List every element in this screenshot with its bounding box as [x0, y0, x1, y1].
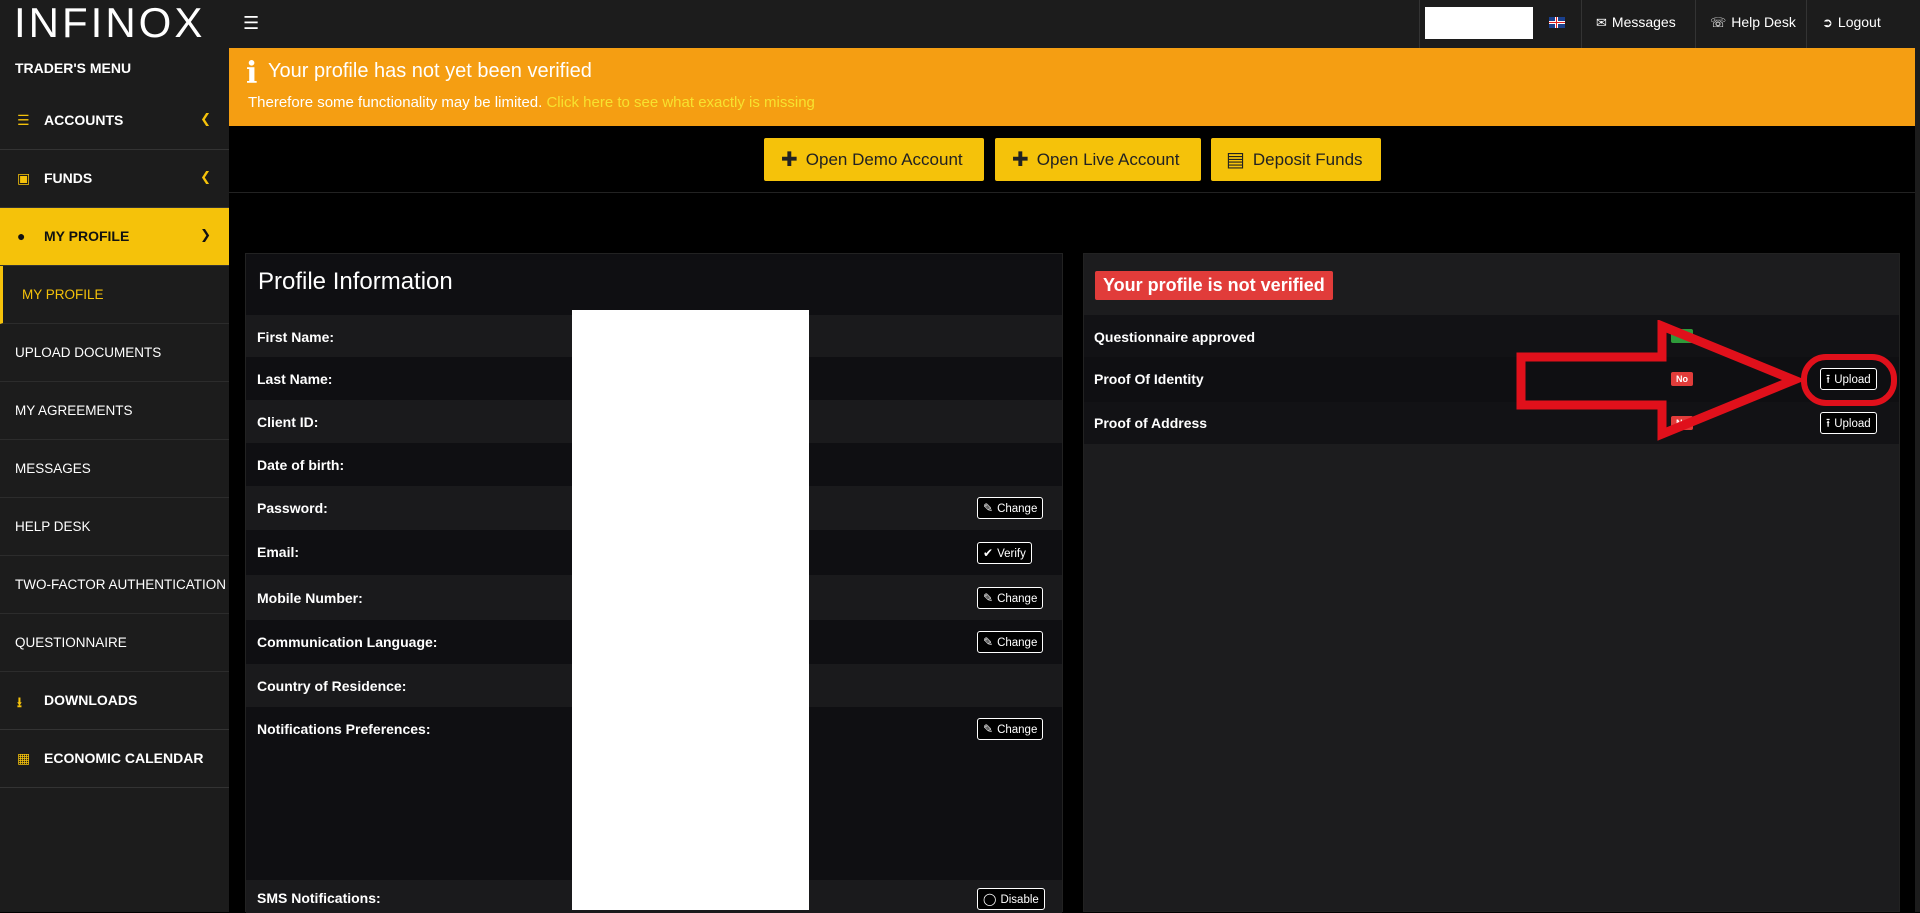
messages-label: Messages: [1611, 14, 1676, 30]
deposit-funds-button[interactable]: ▤ Deposit Funds: [1211, 138, 1381, 181]
sidebar-subitem-upload-documents[interactable]: UPLOAD DOCUMENTS: [0, 324, 229, 382]
banner-title: Your profile has not yet been verified: [268, 60, 592, 82]
edit-icon: ✎: [983, 722, 994, 736]
sidebar-subitem-messages[interactable]: MESSAGES: [0, 440, 229, 498]
wallet-icon: ▣: [17, 170, 31, 186]
missing-info-link[interactable]: Click here to see what exactly is missin…: [546, 94, 814, 111]
change-password-button[interactable]: ✎ Change: [977, 497, 1044, 519]
change-language-button[interactable]: ✎ Change: [977, 631, 1044, 653]
chevron-left-icon: ❮: [200, 111, 211, 126]
top-bar: INFINOX ☰ ✉ Messages ☏ Help Desk ➲ Logout: [0, 0, 1920, 48]
messages-link[interactable]: ✉ Messages: [1596, 0, 1676, 48]
check-icon: ✔: [983, 546, 994, 560]
logout-label: Logout: [1837, 14, 1881, 30]
not-verified-badge: Your profile is not verified: [1095, 271, 1333, 300]
user-icon: ●: [17, 228, 26, 244]
action-bar: ✚ Open Demo Account ✚ Open Live Account ▤ D…: [229, 126, 1915, 193]
banner-text: Therefore some functionality may be limi…: [248, 94, 815, 111]
edit-icon: ✎: [983, 591, 994, 605]
toggle-icon: ◯: [983, 892, 997, 906]
credit-card-icon: ▤: [1226, 149, 1245, 171]
sidebar-subitem-my-agreements[interactable]: MY AGREEMENTS: [0, 382, 229, 440]
edit-icon: ✎: [983, 635, 994, 649]
sidebar-header: TRADER'S MENU: [15, 60, 132, 76]
help-desk-label: Help Desk: [1731, 14, 1796, 30]
headset-icon: ☏: [1710, 15, 1727, 30]
open-demo-account-button[interactable]: ✚ Open Demo Account: [764, 138, 984, 181]
sidebar: TRADER'S MENU ☰ ACCOUNTS ❮ ▣ FUNDS ❮ ● M…: [0, 48, 229, 912]
redacted-values: [572, 310, 809, 910]
calendar-icon: ▦: [17, 750, 31, 766]
sidebar-item-my-profile[interactable]: ● MY PROFILE ❯: [0, 208, 229, 266]
sidebar-item-accounts[interactable]: ☰ ACCOUNTS ❮: [0, 92, 229, 150]
edit-icon: ✎: [983, 501, 994, 515]
panel-title: Profile Information: [258, 268, 453, 295]
plus-icon: ✚: [781, 149, 798, 171]
chevron-left-icon: ❮: [200, 169, 211, 184]
envelope-icon: ✉: [1596, 15, 1607, 30]
logout-icon: ➲: [1822, 15, 1833, 30]
annotation-arrow-icon: [1516, 320, 1897, 441]
change-mobile-button[interactable]: ✎ Change: [977, 587, 1044, 609]
open-live-account-button[interactable]: ✚ Open Live Account: [995, 138, 1201, 181]
list-icon: ☰: [17, 112, 30, 128]
sidebar-subitem-two-factor-auth[interactable]: TWO-FACTOR AUTHENTICATION: [0, 556, 229, 614]
sidebar-item-funds[interactable]: ▣ FUNDS ❮: [0, 150, 229, 208]
scrollbar[interactable]: [1915, 48, 1920, 912]
disable-sms-button[interactable]: ◯ Disable: [977, 888, 1045, 910]
sidebar-subitem-help-desk[interactable]: HELP DESK: [0, 498, 229, 556]
brand-logo[interactable]: INFINOX: [14, 2, 205, 44]
verification-warning-banner: i Your profile has not yet been verified…: [229, 48, 1915, 126]
uk-flag-icon[interactable]: [1549, 17, 1565, 28]
info-icon: i: [246, 56, 258, 91]
plus-icon: ✚: [1012, 149, 1029, 171]
verify-email-button[interactable]: ✔ Verify: [977, 542, 1032, 564]
sidebar-subitem-my-profile[interactable]: MY PROFILE: [0, 266, 229, 324]
sidebar-subitem-questionnaire[interactable]: QUESTIONNAIRE: [0, 614, 229, 672]
logout-link[interactable]: ➲ Logout: [1822, 0, 1881, 48]
redacted-box: [1425, 7, 1533, 39]
help-desk-link[interactable]: ☏ Help Desk: [1710, 0, 1796, 48]
download-icon: ⭳: [17, 694, 22, 710]
chevron-down-icon: ❯: [200, 227, 211, 242]
sidebar-item-downloads[interactable]: ⭳ DOWNLOADS: [0, 672, 229, 730]
hamburger-menu-icon[interactable]: ☰: [243, 13, 259, 34]
sidebar-item-economic-calendar[interactable]: ▦ ECONOMIC CALENDAR: [0, 730, 229, 788]
change-notifications-button[interactable]: ✎ Change: [977, 718, 1044, 740]
